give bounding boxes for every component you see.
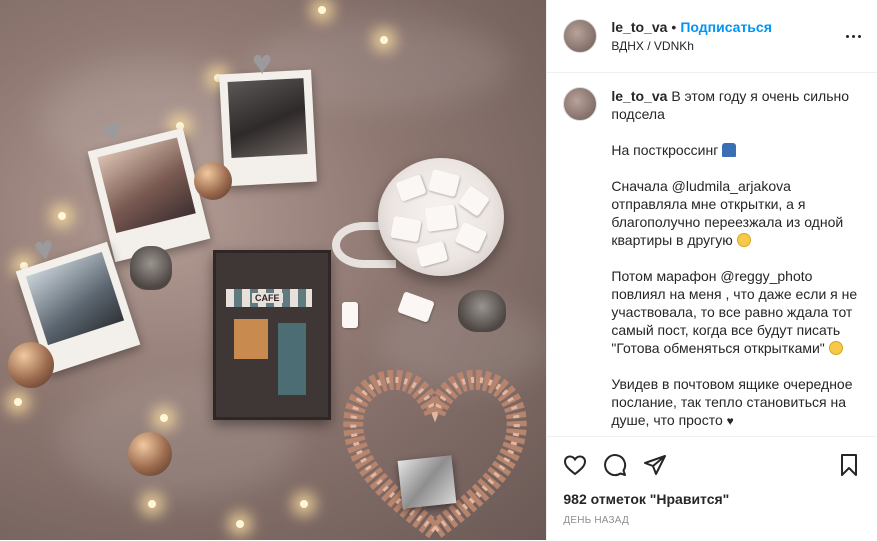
caption-paragraph: На посткроссинг — [611, 141, 861, 159]
caption-paragraph: le_to_va В этом году я очень сильно подс… — [611, 87, 861, 123]
caption-text: le_to_va В этом году я очень сильно подс… — [611, 87, 861, 435]
caption-paragraph: Потом марафон @reggy_photo повлиял на ме… — [611, 267, 861, 357]
fairy-light — [380, 36, 388, 44]
caption-row: le_to_va В этом году я очень сильно подс… — [563, 87, 861, 435]
fairy-light — [14, 398, 22, 406]
likes-count[interactable]: 982 отметок "Нравится" — [547, 479, 877, 507]
bookmark-icon[interactable] — [835, 451, 863, 479]
door — [278, 323, 306, 395]
caption-line: На посткроссинг — [611, 142, 719, 158]
fairy-light — [236, 520, 244, 528]
fairy-light — [318, 6, 326, 14]
polaroid-photo — [219, 69, 317, 187]
ornament-ball — [8, 342, 54, 388]
marshmallow — [424, 204, 458, 232]
header-line: le_to_va • Подписаться — [611, 19, 841, 35]
fairy-light — [160, 414, 168, 422]
post-timestamp[interactable]: ДЕНЬ НАЗАД — [547, 507, 877, 526]
caption-line: Потом марафон @reggy_photo повлиял на ме… — [611, 268, 858, 356]
comment-icon[interactable] — [601, 451, 629, 479]
caption-line: Сначала @ludmila_arjakova отправляла мне… — [611, 178, 844, 248]
heart-clip-icon: ♥ — [252, 44, 273, 82]
avatar[interactable] — [563, 87, 598, 121]
action-bar — [547, 437, 877, 479]
comments-section[interactable]: le_to_va В этом году я очень сильно подс… — [547, 73, 877, 435]
black-heart-icon: ♥ — [726, 414, 734, 428]
follow-button[interactable]: Подписаться — [680, 19, 772, 35]
fairy-light — [148, 500, 156, 508]
chain-heart — [343, 369, 527, 540]
mailbox-emoji-icon — [722, 143, 737, 157]
grinning-emoji-icon — [828, 341, 843, 355]
heart-clip-icon: ♥ — [30, 228, 58, 270]
silver-gift-box — [397, 455, 457, 509]
grinning-emoji-icon — [736, 233, 751, 247]
marshmallow — [342, 302, 358, 328]
instagram-post: ♥ ♥ ♥ CAFE le_to_va • Подписаться ВДНХ /… — [0, 0, 877, 540]
postcard: CAFE — [213, 250, 331, 420]
post-photo[interactable]: ♥ ♥ ♥ CAFE — [0, 0, 547, 540]
caption-username-link[interactable]: le_to_va — [611, 88, 667, 104]
caption-paragraph: Сначала @ludmila_arjakova отправляла мне… — [611, 177, 861, 249]
fairy-light — [300, 500, 308, 508]
username-link[interactable]: le_to_va — [611, 19, 667, 35]
avatar[interactable] — [563, 19, 598, 53]
separator-dot: • — [671, 19, 677, 35]
post-header: le_to_va • Подписаться ВДНХ / VDNKh — [547, 0, 877, 73]
ornament-ball — [128, 432, 172, 476]
share-icon[interactable] — [641, 451, 669, 479]
post-actions-area: 982 отметок "Нравится" ДЕНЬ НАЗАД — [547, 436, 877, 541]
location-link[interactable]: ВДНХ / VDNKh — [611, 39, 841, 53]
pine-cone — [458, 290, 506, 332]
marshmallow — [390, 215, 422, 243]
cafe-sign: CAFE — [252, 293, 283, 303]
pine-cone — [130, 246, 172, 290]
more-icon[interactable] — [841, 24, 865, 48]
post-side-panel: le_to_va • Подписаться ВДНХ / VDNKh le_to_… — [546, 0, 877, 540]
caption-paragraph: Увидев в почтовом ящике очередное послан… — [611, 375, 861, 430]
ornament-ball — [194, 162, 232, 200]
header-text: le_to_va • Подписаться ВДНХ / VDNKh — [611, 19, 841, 53]
heart-icon[interactable] — [561, 451, 589, 479]
window — [234, 319, 268, 359]
fairy-light — [58, 212, 66, 220]
